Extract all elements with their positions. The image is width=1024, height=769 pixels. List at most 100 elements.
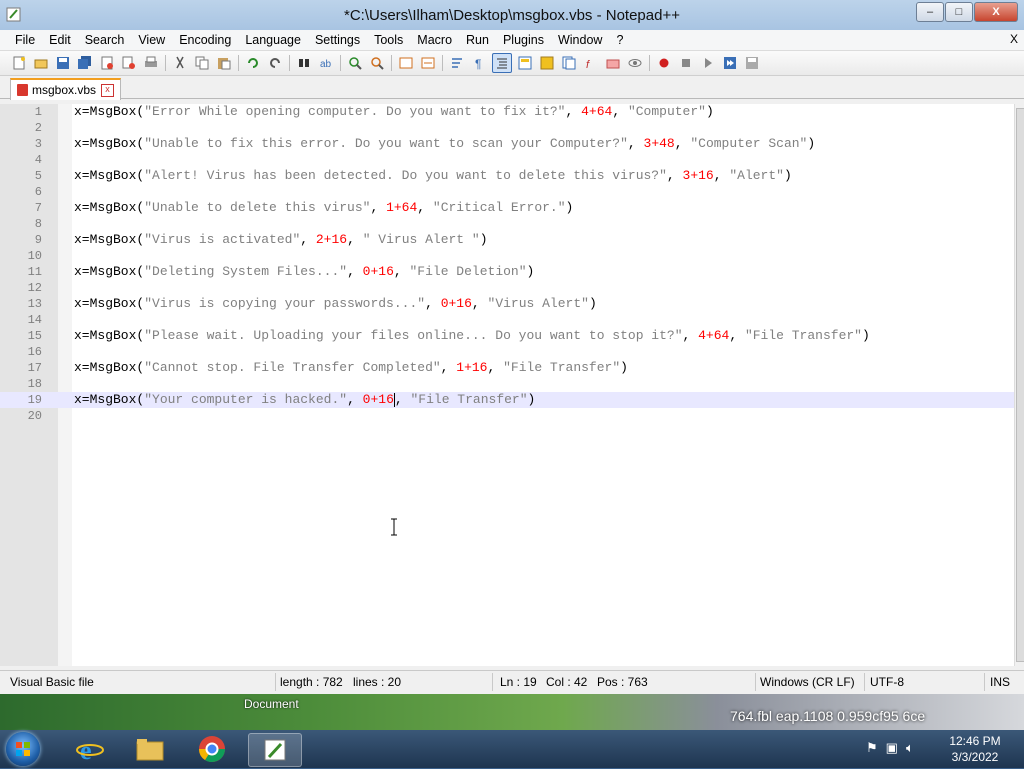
close-document-button[interactable]: X xyxy=(1010,32,1018,46)
replace-icon[interactable]: ab xyxy=(317,54,335,72)
document-map-icon[interactable] xyxy=(538,54,556,72)
close-all-icon[interactable] xyxy=(120,54,138,72)
toolbar-separator xyxy=(391,55,392,71)
save-icon[interactable] xyxy=(54,54,72,72)
close-button[interactable]: X xyxy=(974,2,1018,22)
open-file-icon[interactable] xyxy=(32,54,50,72)
menu-search[interactable]: Search xyxy=(78,33,132,47)
status-line-number: Ln : 19 xyxy=(500,675,537,689)
menu-plugins[interactable]: Plugins xyxy=(496,33,551,47)
code-area[interactable]: 1 x=MsgBox("Error While opening computer.… xyxy=(0,104,1016,424)
string-token: "Virus is activated" xyxy=(144,232,301,247)
start-button[interactable] xyxy=(6,732,40,766)
tab-msgbox-vbs[interactable]: msgbox.vbs x xyxy=(10,78,122,100)
save-all-icon[interactable] xyxy=(76,54,94,72)
zoom-in-icon[interactable] xyxy=(346,54,364,72)
code-text: x=MsgBox("Virus is copying your password… xyxy=(74,296,597,312)
file-explorer-taskbar-button[interactable] xyxy=(124,733,176,765)
taskbar-clock[interactable]: 12:46 PM 3/3/2022 xyxy=(940,733,1010,765)
run-macro-multiple-icon[interactable] xyxy=(721,54,739,72)
minimize-button[interactable]: – xyxy=(916,2,944,22)
code-line[interactable]: 2 xyxy=(0,120,1016,136)
code-line[interactable]: 4 xyxy=(0,152,1016,168)
maximize-button[interactable]: □ xyxy=(945,2,973,22)
menu-view[interactable]: View xyxy=(131,33,172,47)
status-insert-mode[interactable]: INS xyxy=(990,675,1010,689)
record-macro-icon[interactable] xyxy=(655,54,673,72)
string-token: "File Transfer" xyxy=(744,328,862,343)
sync-horizontal-icon[interactable] xyxy=(419,54,437,72)
menu-edit[interactable]: Edit xyxy=(42,33,78,47)
sync-vertical-icon[interactable] xyxy=(397,54,415,72)
code-line[interactable]: 15 x=MsgBox("Please wait. Uploading your … xyxy=(0,328,1016,344)
playback-icon[interactable] xyxy=(699,54,717,72)
find-icon[interactable] xyxy=(295,54,313,72)
chrome-taskbar-button[interactable] xyxy=(186,733,238,765)
code-token: x=MsgBox( xyxy=(74,264,145,279)
volume-icon[interactable]: 🔈︎ xyxy=(906,740,914,756)
menu-settings[interactable]: Settings xyxy=(308,33,367,47)
user-defined-language-icon[interactable] xyxy=(516,54,534,72)
save-macro-icon[interactable] xyxy=(743,54,761,72)
code-line[interactable]: 13 x=MsgBox("Virus is copying your passwo… xyxy=(0,296,1016,312)
title-bar[interactable]: *C:\Users\Ilham\Desktop\msgbox.vbs - Not… xyxy=(0,0,1024,30)
menu-run[interactable]: Run xyxy=(459,33,496,47)
code-line[interactable]: 9 x=MsgBox("Virus is activated", 2+16, " … xyxy=(0,232,1016,248)
show-all-characters-icon[interactable]: ¶ xyxy=(470,54,488,72)
code-line[interactable]: 17 x=MsgBox("Cannot stop. File Transfer C… xyxy=(0,360,1016,376)
internet-explorer-taskbar-button[interactable]: e xyxy=(64,733,116,765)
stop-recording-icon[interactable] xyxy=(677,54,695,72)
toolbar-separator xyxy=(289,55,290,71)
monitoring-icon[interactable] xyxy=(626,54,644,72)
code-line[interactable]: 3 x=MsgBox("Unable to fix this error. Do … xyxy=(0,136,1016,152)
undo-icon[interactable] xyxy=(244,54,262,72)
code-line[interactable]: 20 xyxy=(0,408,1016,424)
print-icon[interactable] xyxy=(142,54,160,72)
code-line[interactable]: 1 x=MsgBox("Error While opening computer.… xyxy=(0,104,1016,120)
folder-as-workspace-icon[interactable] xyxy=(604,54,622,72)
paste-icon[interactable] xyxy=(215,54,233,72)
status-divider xyxy=(755,673,756,691)
code-line[interactable]: 12 xyxy=(0,280,1016,296)
desktop-document-label: Document xyxy=(244,697,299,711)
menu-language[interactable]: Language xyxy=(238,33,308,47)
status-eol-format[interactable]: Windows (CR LF) xyxy=(760,675,855,689)
menu-tools[interactable]: Tools xyxy=(367,33,410,47)
menu-macro[interactable]: Macro xyxy=(410,33,459,47)
line-number: 6 xyxy=(34,185,42,199)
vertical-scrollbar[interactable] xyxy=(1014,104,1024,666)
code-line[interactable]: 16 xyxy=(0,344,1016,360)
action-center-flag-icon[interactable]: ⚑ xyxy=(866,740,878,756)
zoom-out-icon[interactable] xyxy=(368,54,386,72)
code-line[interactable]: 7 x=MsgBox("Unable to delete this virus",… xyxy=(0,200,1016,216)
word-wrap-icon[interactable] xyxy=(448,54,466,72)
indent-guide-icon[interactable] xyxy=(492,53,512,73)
tab-close-icon[interactable]: x xyxy=(101,83,115,97)
network-icon[interactable]: ▣ xyxy=(886,740,898,756)
code-line[interactable]: 8 xyxy=(0,216,1016,232)
notepadpp-taskbar-button[interactable] xyxy=(248,733,302,767)
code-token: , xyxy=(347,264,363,279)
code-line[interactable]: 11 x=MsgBox("Deleting System Files...", 0… xyxy=(0,264,1016,280)
menu-encoding[interactable]: Encoding xyxy=(172,33,238,47)
function-list-icon[interactable]: f xyxy=(582,54,600,72)
redo-icon[interactable] xyxy=(266,54,284,72)
code-line[interactable]: 19 x=MsgBox("Your computer is hacked.", 0… xyxy=(0,392,1016,408)
status-encoding[interactable]: UTF-8 xyxy=(870,675,904,689)
code-line[interactable]: 6 xyxy=(0,184,1016,200)
menu-file[interactable]: File xyxy=(8,33,42,47)
code-line[interactable]: 5 x=MsgBox("Alert! Virus has been detecte… xyxy=(0,168,1016,184)
code-line[interactable]: 10 xyxy=(0,248,1016,264)
cut-icon[interactable] xyxy=(171,54,189,72)
code-line[interactable]: 14 xyxy=(0,312,1016,328)
scrollbar-thumb[interactable] xyxy=(1016,108,1024,662)
code-editor[interactable]: 1 x=MsgBox("Error While opening computer.… xyxy=(0,104,1024,666)
new-file-icon[interactable] xyxy=(10,54,28,72)
menu-window[interactable]: Window xyxy=(551,33,609,47)
code-line[interactable]: 18 xyxy=(0,376,1016,392)
close-file-icon[interactable] xyxy=(98,54,116,72)
copy-icon[interactable] xyxy=(193,54,211,72)
numeric-token: 4+64 xyxy=(698,328,730,343)
document-list-icon[interactable] xyxy=(560,54,578,72)
menu-help[interactable]: ? xyxy=(609,33,630,47)
